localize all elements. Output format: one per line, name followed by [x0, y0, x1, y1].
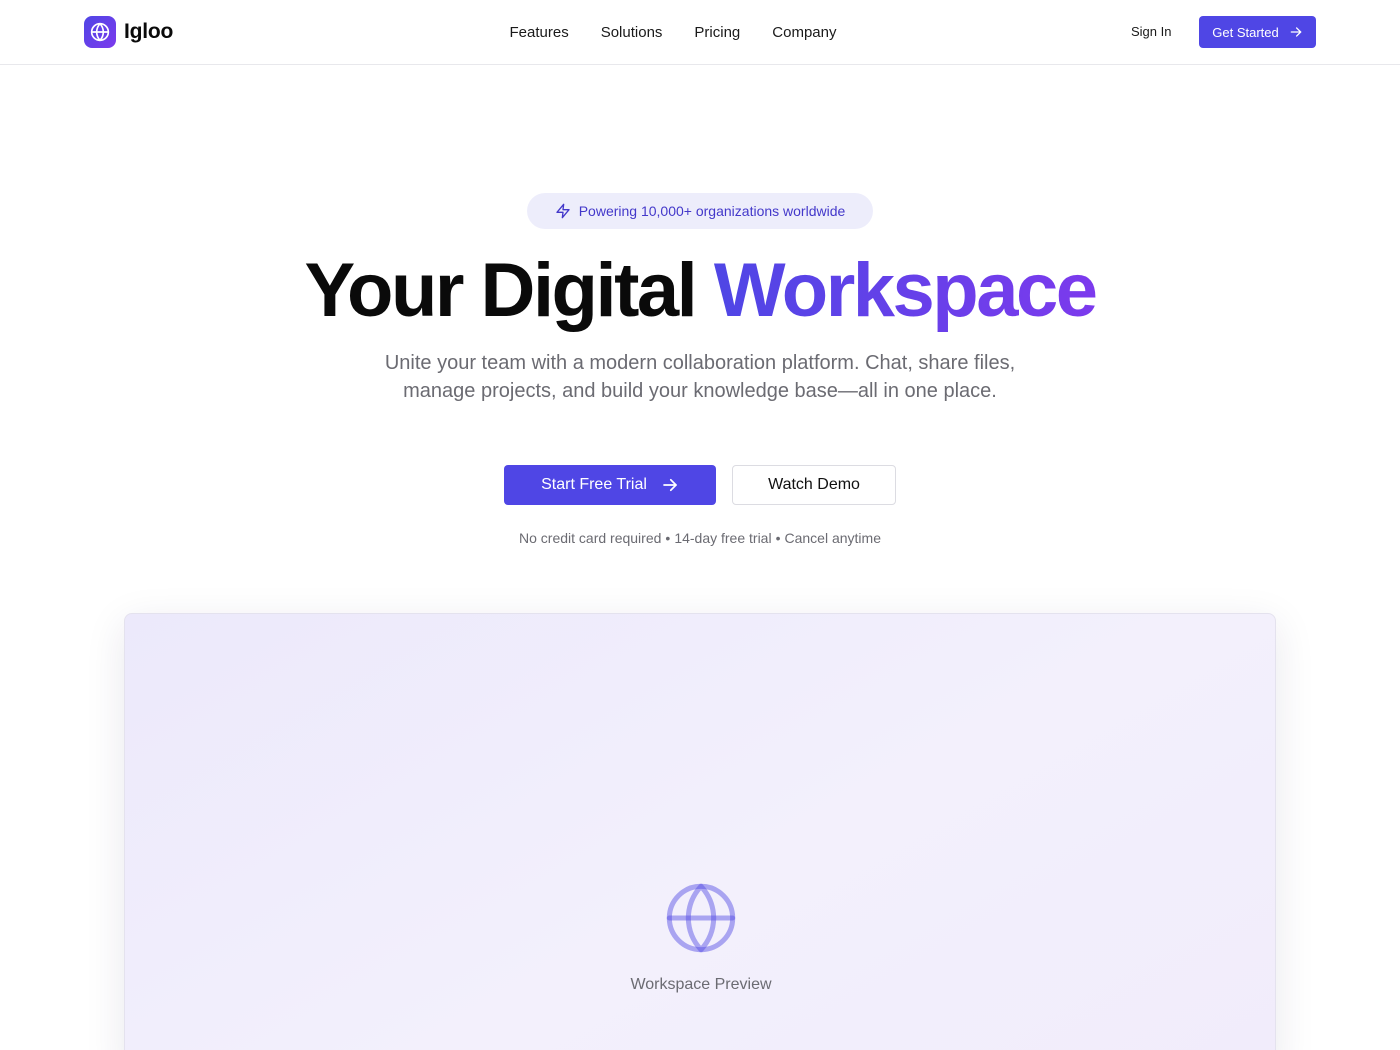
hero-badge: Powering 10,000+ organizations worldwide — [527, 193, 873, 229]
get-started-button[interactable]: Get Started — [1199, 16, 1316, 48]
nav-links: Features Solutions Pricing Company — [0, 0, 1400, 64]
hero-headline-main: Your Digital — [304, 248, 714, 333]
top-navigation: Igloo Features Solutions Pricing Company… — [0, 0, 1400, 65]
arrow-right-icon — [1290, 27, 1302, 37]
watch-demo-label: Watch Demo — [768, 476, 860, 493]
hero-headline-accent: Workspace — [713, 248, 1098, 333]
fineprint-item: 14-day free trial — [674, 530, 772, 546]
nav-link-features[interactable]: Features — [510, 24, 569, 41]
start-free-trial-button[interactable]: Start Free Trial — [504, 465, 716, 505]
globe-icon — [666, 883, 736, 953]
arrow-right-icon — [663, 478, 677, 492]
fineprint-item: No credit card required — [519, 530, 662, 546]
hero-subheadline: Unite your team with a modern collaborat… — [384, 352, 1016, 402]
hero-badge-text: Powering 10,000+ organizations worldwide — [578, 203, 846, 219]
fineprint-item: Cancel anytime — [784, 530, 882, 546]
sign-in-link[interactable]: Sign In — [1131, 24, 1171, 39]
hero-fineprint: No credit card required • 14-day free tria… — [0, 530, 1400, 546]
nav-link-company[interactable]: Company — [772, 24, 836, 41]
workspace-preview-label: Workspace Preview — [630, 976, 772, 993]
workspace-preview: Workspace Preview — [124, 613, 1276, 1050]
start-free-trial-label: Start Free Trial — [541, 476, 647, 493]
watch-demo-button[interactable]: Watch Demo — [732, 465, 896, 505]
brand[interactable]: Igloo — [84, 16, 173, 48]
nav-link-solutions[interactable]: Solutions — [601, 24, 663, 41]
lightning-icon — [556, 203, 570, 219]
globe-icon — [84, 16, 116, 48]
fineprint-separator: • — [775, 530, 781, 546]
hero-headline: Your Digital Workspace — [0, 248, 1400, 334]
get-started-label: Get Started — [1212, 24, 1279, 40]
nav-link-pricing[interactable]: Pricing — [694, 24, 740, 41]
brand-name: Igloo — [124, 20, 174, 43]
fineprint-separator: • — [665, 530, 671, 546]
